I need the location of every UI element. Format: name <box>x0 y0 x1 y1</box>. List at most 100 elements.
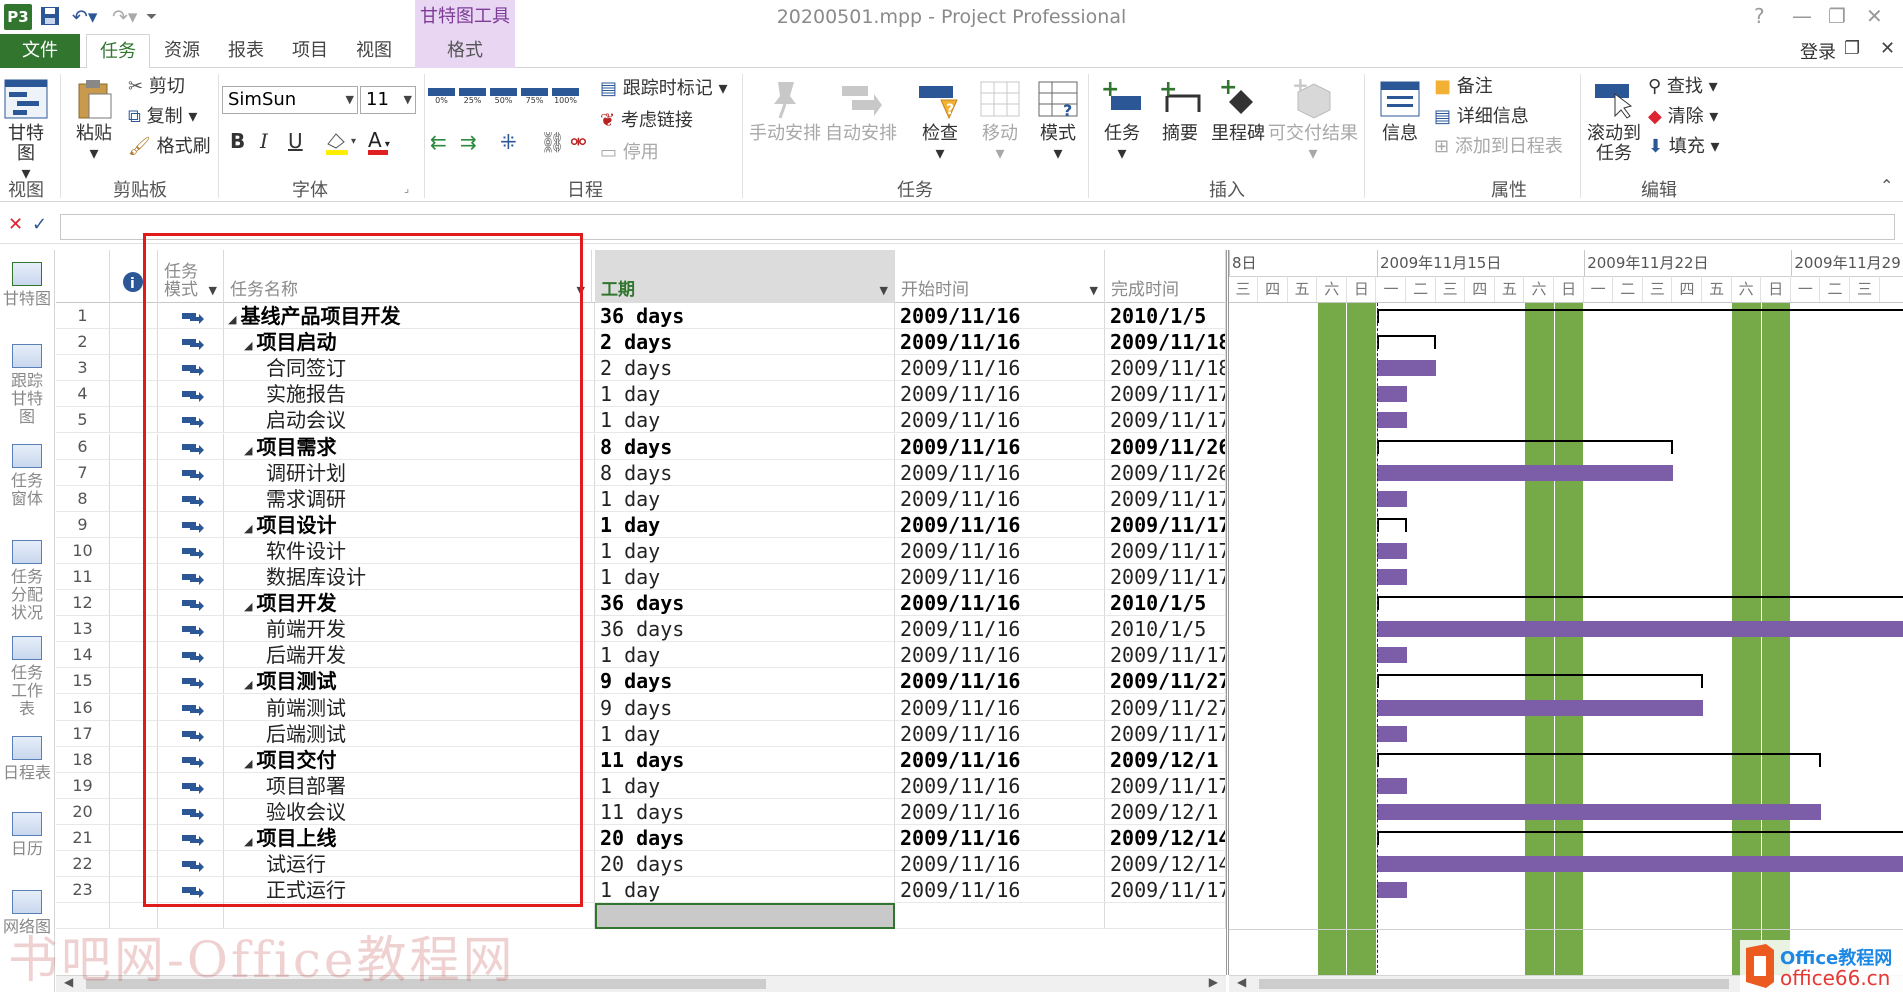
link-tasks-icon[interactable]: ⛓ <box>540 130 565 154</box>
start-date-cell[interactable]: 2009/11/16 <box>895 381 1105 407</box>
view-item-calendar[interactable]: 日历 <box>0 812 54 858</box>
start-date-cell[interactable]: 2009/11/16 <box>895 486 1105 512</box>
gantt-task-bar[interactable] <box>1377 412 1407 429</box>
view-item-gantt-chart[interactable]: 甘特图 <box>0 262 54 308</box>
finish-date-cell[interactable]: 2009/11/27 <box>1105 668 1226 694</box>
duration-cell[interactable]: 1 day <box>595 538 895 564</box>
scroll-right-icon[interactable]: ▶ <box>1209 975 1218 989</box>
row-number[interactable]: 7 <box>56 460 110 486</box>
scrollbar-thumb[interactable] <box>1259 979 1729 989</box>
notes-button[interactable]: ■ 备注 <box>1434 76 1493 98</box>
minimize-icon[interactable]: — <box>1792 4 1812 28</box>
inactivate-button[interactable]: ▭ 停用 <box>600 142 659 164</box>
duration-cell[interactable]: 36 days <box>595 616 895 642</box>
finish-date-cell[interactable]: 2009/11/17 <box>1105 407 1226 433</box>
finish-date-cell[interactable]: 2009/11/26 <box>1105 460 1226 486</box>
scroll-to-task-button[interactable]: 滚动到任务 <box>1584 78 1644 164</box>
tab-file[interactable]: 文件 <box>0 34 80 68</box>
gantt-task-bar[interactable] <box>1377 725 1407 742</box>
save-icon[interactable] <box>40 6 60 31</box>
percent-complete-0-button[interactable]: 0% <box>428 86 455 112</box>
scroll-left-icon[interactable]: ◀ <box>1237 975 1246 989</box>
row-number[interactable]: 1 <box>56 303 110 329</box>
selected-duration-cell[interactable] <box>595 903 895 929</box>
start-date-cell[interactable]: 2009/11/16 <box>895 773 1105 799</box>
row-number[interactable]: 14 <box>56 642 110 668</box>
duration-cell[interactable]: 1 day <box>595 877 895 903</box>
row-number[interactable]: 10 <box>56 538 110 564</box>
finish-date-cell[interactable]: 2009/12/14 <box>1105 825 1226 851</box>
duration-cell[interactable]: 2 days <box>595 355 895 381</box>
duration-cell[interactable]: 9 days <box>595 668 895 694</box>
duration-cell[interactable]: 20 days <box>595 851 895 877</box>
gantt-chart-button[interactable]: 甘特图 ▾ <box>0 78 52 184</box>
duration-cell[interactable]: 1 day <box>595 642 895 668</box>
font-size-select[interactable]: 11 ▼ <box>360 86 416 114</box>
finish-date-cell[interactable]: 2009/11/18 <box>1105 329 1226 355</box>
insert-milestone-button[interactable]: + 里程碑 <box>1208 75 1268 144</box>
duration-cell[interactable]: 1 day <box>595 512 895 538</box>
inspect-button[interactable]: ? 检查 ▾ <box>912 78 968 164</box>
finish-date-cell[interactable]: 2010/1/5 <box>1105 590 1226 616</box>
row-number[interactable]: 8 <box>56 486 110 512</box>
format-painter-button[interactable]: 🖌 格式刷 <box>128 136 211 158</box>
finish-date-cell[interactable]: 2009/11/17 <box>1105 538 1226 564</box>
start-date-cell[interactable]: 2009/11/16 <box>895 851 1105 877</box>
duration-cell[interactable]: 8 days <box>595 460 895 486</box>
gantt-task-bar[interactable] <box>1377 856 1903 873</box>
gantt-task-bar[interactable] <box>1377 464 1673 481</box>
row-number[interactable]: 12 <box>56 590 110 616</box>
finish-date-cell[interactable]: 2009/12/14 <box>1105 851 1226 877</box>
find-button[interactable]: ⚲ 查找 ▾ <box>1648 76 1718 98</box>
start-date-cell[interactable]: 2009/11/16 <box>895 877 1105 903</box>
row-number[interactable]: 15 <box>56 668 110 694</box>
row-number[interactable]: 13 <box>56 616 110 642</box>
underline-button[interactable]: U <box>288 130 303 152</box>
gantt-task-bar[interactable] <box>1377 777 1407 794</box>
gantt-summary-bar[interactable] <box>1377 752 1821 767</box>
bold-button[interactable]: B <box>230 130 245 152</box>
gantt-task-bar[interactable] <box>1377 542 1407 559</box>
duration-cell[interactable]: 11 days <box>595 747 895 773</box>
row-number[interactable]: 6 <box>56 434 110 460</box>
duration-cell[interactable]: 1 day <box>595 486 895 512</box>
gantt-summary-bar[interactable] <box>1377 831 1903 845</box>
redo-icon[interactable]: ↷▾ <box>112 6 137 28</box>
insert-task-button[interactable]: + 任务 ▾ <box>1094 77 1150 164</box>
row-number[interactable]: 23 <box>56 877 110 903</box>
row-number[interactable]: 11 <box>56 564 110 590</box>
percent-complete-3-button[interactable]: 75% <box>521 86 548 112</box>
dialog-launcher-icon[interactable]: ⌟ <box>404 182 409 195</box>
row-number[interactable]: 19 <box>56 773 110 799</box>
project-app-icon[interactable]: P3 <box>4 4 32 30</box>
customize-qat-icon[interactable]: ⏷ <box>146 6 157 28</box>
finish-date-cell[interactable]: 2010/1/5 <box>1105 616 1226 642</box>
manually-schedule-button[interactable]: 手动安排 <box>748 78 822 144</box>
row-number[interactable]: 21 <box>56 825 110 851</box>
row-number[interactable]: 17 <box>56 721 110 747</box>
gantt-task-bar[interactable] <box>1377 882 1407 899</box>
split-task-icon[interactable]: ⁜ <box>500 130 517 154</box>
tab-report[interactable]: 报表 <box>222 34 270 68</box>
column-header-start[interactable]: 开始时间 ▼ <box>895 250 1105 303</box>
start-date-cell[interactable]: 2009/11/16 <box>895 407 1105 433</box>
mark-on-track-button[interactable]: ▤ 跟踪时标记 ▾ <box>600 78 728 100</box>
finish-date-cell[interactable]: 2009/11/17 <box>1105 486 1226 512</box>
ribbon-display-icon[interactable]: ❐ <box>1844 38 1860 59</box>
tab-task[interactable]: 任务 <box>86 34 150 69</box>
gantt-task-bar[interactable] <box>1377 647 1407 664</box>
duration-cell[interactable]: 1 day <box>595 773 895 799</box>
duration-cell[interactable]: 1 day <box>595 721 895 747</box>
indent-icon[interactable]: ⇉ <box>460 130 477 154</box>
gantt-summary-bar[interactable] <box>1377 309 1903 323</box>
copy-button[interactable]: ⧉ 复制 ▾ <box>128 106 197 128</box>
duration-cell[interactable]: 9 days <box>595 695 895 721</box>
gantt-task-bar[interactable] <box>1377 569 1407 585</box>
row-number[interactable]: 18 <box>56 747 110 773</box>
help-button[interactable]: ? <box>1754 4 1765 28</box>
finish-date-cell[interactable] <box>1105 903 1226 929</box>
finish-date-cell[interactable]: 2009/11/17 <box>1105 564 1226 590</box>
finish-date-cell[interactable]: 2009/11/17 <box>1105 642 1226 668</box>
finish-date-cell[interactable]: 2009/11/27 <box>1105 695 1226 721</box>
respect-links-button[interactable]: ❦ 考虑链接 <box>600 110 693 132</box>
